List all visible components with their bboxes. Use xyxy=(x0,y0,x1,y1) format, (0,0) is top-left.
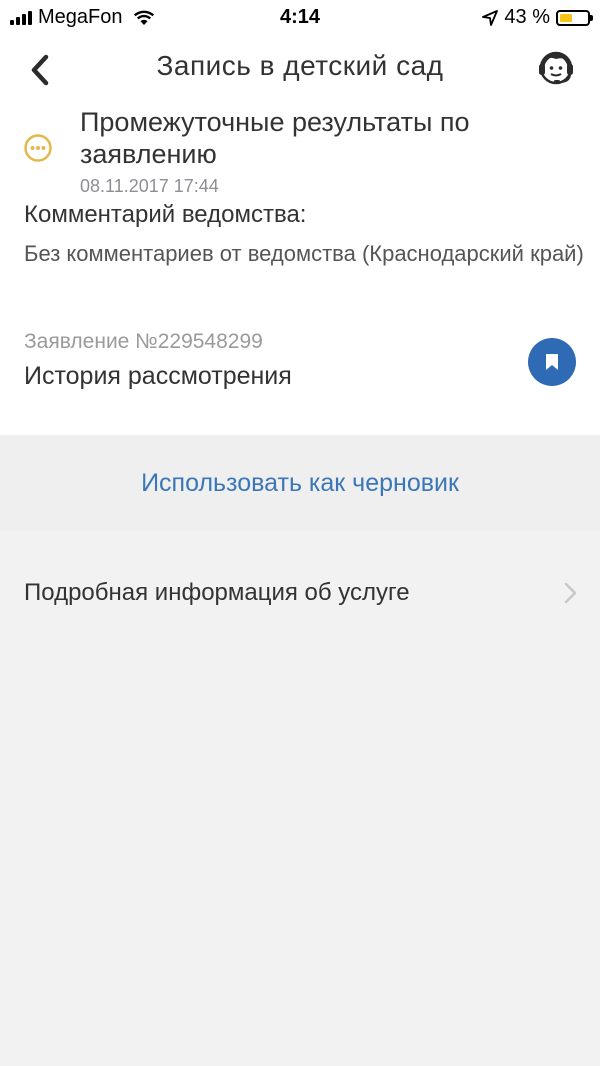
bookmark-button[interactable] xyxy=(528,338,576,386)
result-title: Промежуточные результаты по заявлению xyxy=(80,107,470,169)
chevron-right-icon xyxy=(564,582,577,604)
status-bar: MegaFon 4:14 43 % xyxy=(0,0,600,36)
ellipsis-circle-icon xyxy=(24,134,52,162)
service-info-row[interactable]: Подробная информация об услуге xyxy=(0,544,600,642)
location-icon xyxy=(482,9,499,26)
support-button[interactable] xyxy=(534,46,578,90)
battery-percent: 43 % xyxy=(504,6,550,28)
history-link[interactable]: История рассмотрения xyxy=(24,362,292,391)
result-date: 08.11.2017 17:44 xyxy=(80,176,219,196)
comment-text: Без комментариев от ведомства (Краснодар… xyxy=(24,241,584,266)
use-as-draft-button[interactable]: Использовать как черновик xyxy=(0,469,600,498)
application-number: Заявление №229548299 xyxy=(24,330,263,353)
battery-icon xyxy=(556,9,593,26)
bookmark-icon xyxy=(546,354,558,370)
application-card: Запись в детский сад Промежуточные резул… xyxy=(0,36,600,435)
support-operator-icon xyxy=(539,51,573,85)
draft-section: Использовать как черновик xyxy=(0,435,600,531)
page-title: Запись в детский сад xyxy=(156,50,444,81)
comment-label: Комментарий ведомства: xyxy=(24,201,307,228)
service-info-label: Подробная информация об услуге xyxy=(24,579,410,606)
nav-bar: Запись в детский сад xyxy=(0,36,600,100)
status-right: 43 % xyxy=(482,6,593,29)
